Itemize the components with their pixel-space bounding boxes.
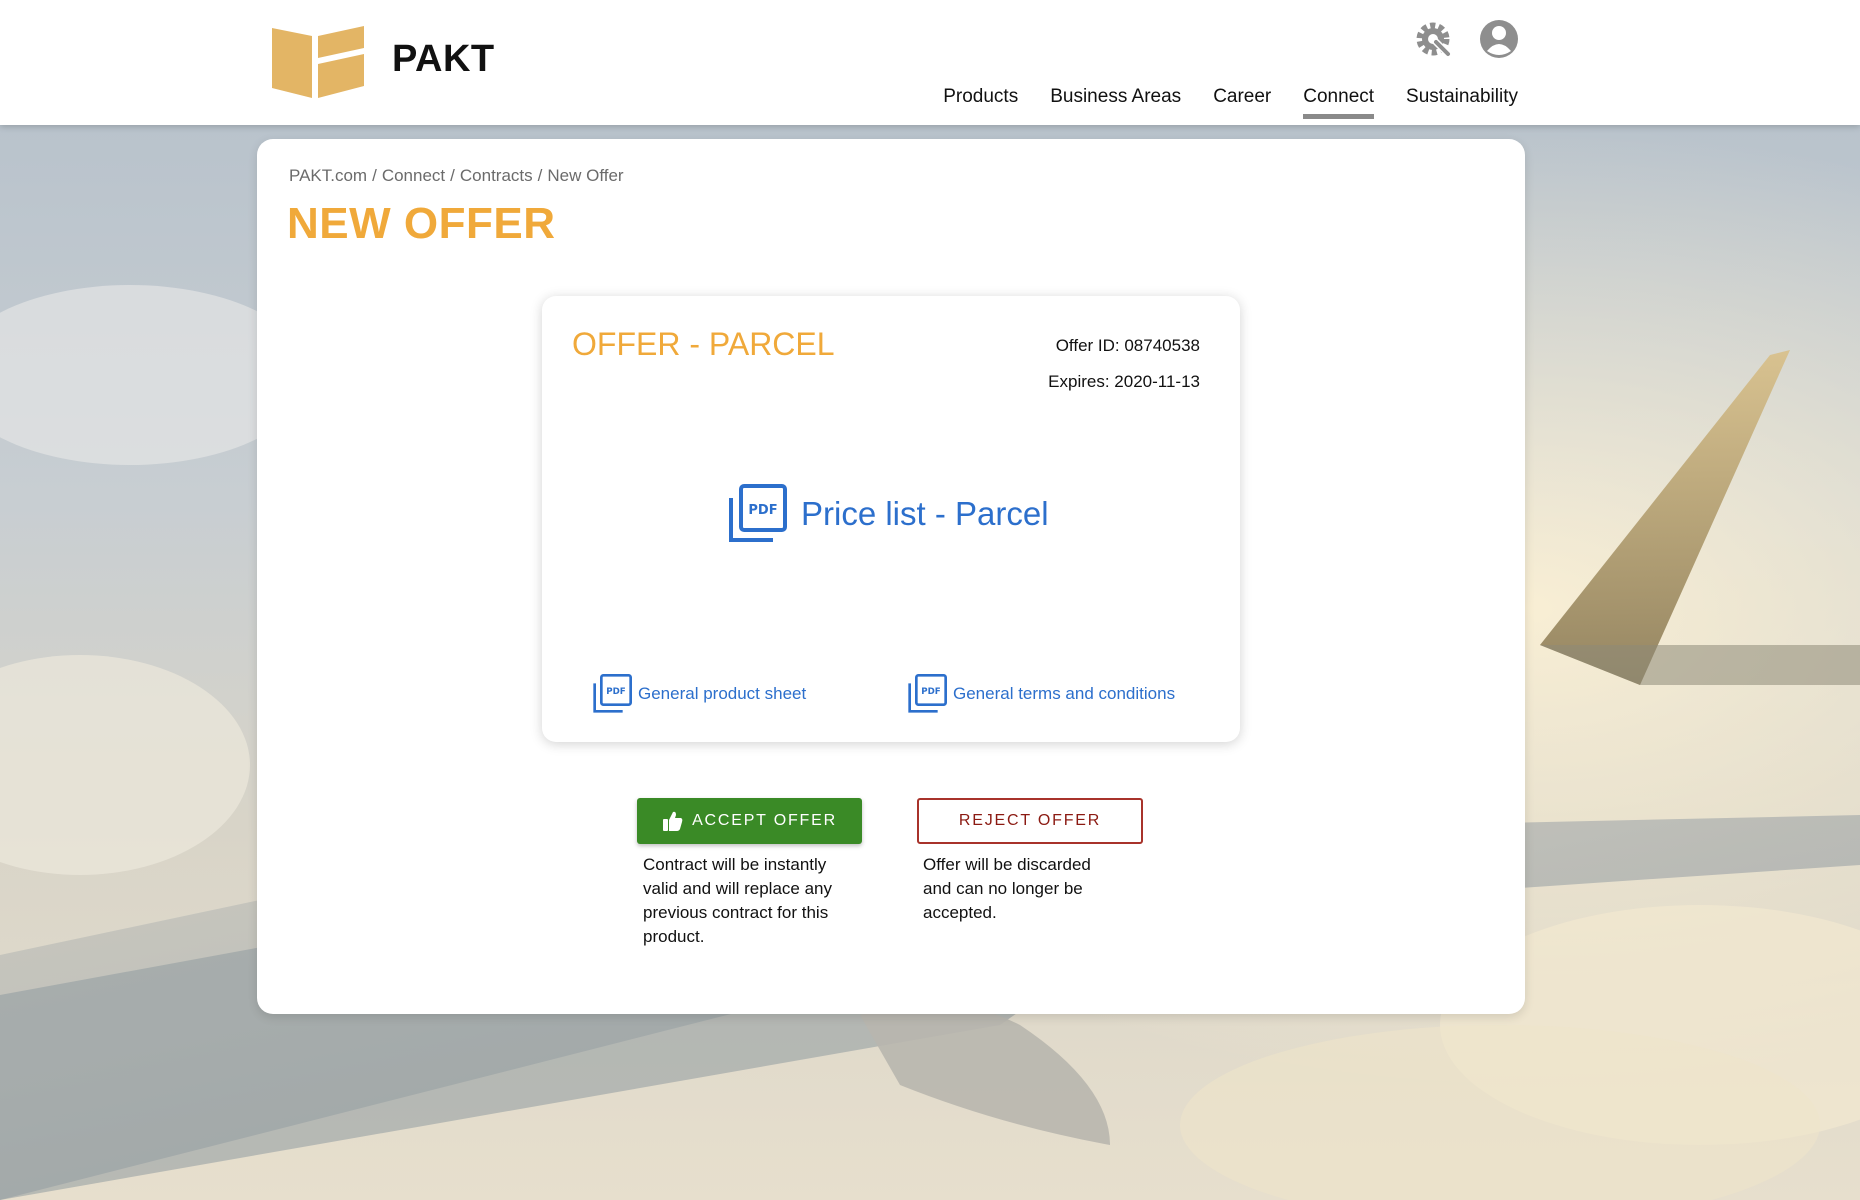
breadcrumb: PAKT.com / Connect / Contracts / New Offer <box>289 166 624 185</box>
offer-card: OFFER - PARCEL Offer ID: 08740538 Expire… <box>542 296 1240 742</box>
content-card: PAKT.com / Connect / Contracts / New Offer NEW… <box>257 139 1525 1014</box>
offer-expires: Expires: 2020-11-13 <box>1048 372 1200 391</box>
svg-text:PDF: PDF <box>748 503 777 518</box>
breadcrumb-home[interactable]: PAKT.com <box>289 166 367 185</box>
price-list-label: Price list - Parcel <box>801 495 1049 532</box>
reject-offer-note: Offer will be discarded and can no longe… <box>923 855 1091 922</box>
pdf-icon: PDF <box>908 674 947 713</box>
terms-conditions-link[interactable]: PDF General terms and conditions <box>907 674 1175 714</box>
nav-career[interactable]: Career <box>1213 86 1271 108</box>
breadcrumb-current: New Offer <box>547 166 624 185</box>
nav-connect[interactable]: Connect <box>1303 86 1374 119</box>
product-sheet-link[interactable]: PDF General product sheet <box>592 674 806 714</box>
offer-title: OFFER - PARCEL <box>572 326 835 362</box>
main-navigation: Products Business Areas Career Connect S… <box>943 86 1518 119</box>
pdf-icon: PDF <box>729 484 787 542</box>
utility-icons <box>1412 18 1520 60</box>
svg-text:PDF: PDF <box>921 687 941 697</box>
price-list-link[interactable]: PDF Price list - Parcel <box>727 484 1049 544</box>
accept-offer-button[interactable]: ACCEPT OFFER <box>637 798 862 844</box>
nav-sustainability[interactable]: Sustainability <box>1406 86 1518 108</box>
accept-offer-label: ACCEPT OFFER <box>692 812 837 829</box>
site-header: PAKT Products Business Areas Career Conn… <box>0 0 1860 125</box>
svg-text:PDF: PDF <box>606 687 626 697</box>
terms-conditions-label: General terms and conditions <box>953 684 1176 703</box>
brand-name: PAKT <box>392 38 495 80</box>
offer-meta: Offer ID: 08740538 Expires: 2020-11-13 <box>1048 328 1200 400</box>
breadcrumb-connect[interactable]: Connect <box>382 166 445 185</box>
pdf-icon: PDF <box>593 674 632 713</box>
thumbs-up-icon <box>663 811 683 831</box>
accept-offer-note: Contract will be instantly valid and wil… <box>643 855 832 946</box>
pakt-logo[interactable] <box>272 26 364 98</box>
reject-offer-button[interactable]: REJECT OFFER <box>917 798 1143 844</box>
nav-products[interactable]: Products <box>943 86 1018 108</box>
user-account-icon[interactable] <box>1478 18 1520 60</box>
breadcrumb-contracts[interactable]: Contracts <box>460 166 533 185</box>
reject-offer-label: REJECT OFFER <box>958 812 1102 829</box>
page-title: NEW OFFER <box>287 199 556 248</box>
nav-business-areas[interactable]: Business Areas <box>1050 86 1181 108</box>
offer-id: Offer ID: 08740538 <box>1055 336 1200 355</box>
settings-tools-icon[interactable] <box>1412 18 1454 60</box>
product-sheet-label: General product sheet <box>638 684 807 703</box>
